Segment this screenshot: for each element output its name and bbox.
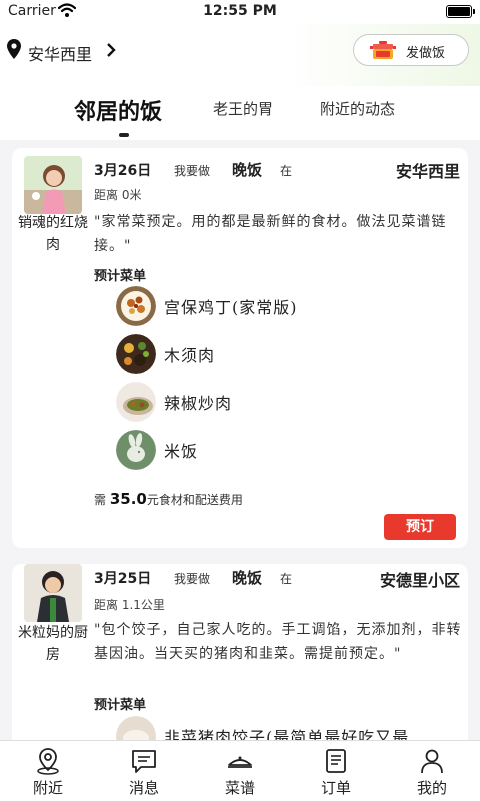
nav-recipes[interactable]: 菜谱 xyxy=(192,741,288,801)
active-tab-indicator xyxy=(119,133,129,137)
rice-placeholder-rabbit xyxy=(116,430,156,470)
meal-feed[interactable]: 销魂的红烧肉 3月26日 我要做 晚饭 在 安华西里 距离 0米 "家常菜预定。… xyxy=(0,140,480,740)
meal-card[interactable]: 销魂的红烧肉 3月26日 我要做 晚饭 在 安华西里 距离 0米 "家常菜预定。… xyxy=(12,148,468,548)
post-cooking-button[interactable]: 发做饭 xyxy=(353,34,469,66)
message-icon xyxy=(132,750,156,773)
kungpao-chicken-photo xyxy=(116,286,156,326)
nav-orders[interactable]: 订单 xyxy=(288,741,384,801)
location-selector[interactable]: 安华西里 xyxy=(28,41,92,65)
nav-label: 订单 xyxy=(320,779,351,797)
menu-title: 预计菜单 xyxy=(94,269,147,284)
order-list-icon xyxy=(326,749,346,773)
intent-label: 我要做 xyxy=(174,572,211,586)
price-prefix: 需 xyxy=(94,493,107,507)
cook-avatar-photo xyxy=(24,564,82,622)
at-label: 在 xyxy=(280,572,293,586)
meal-description: "包个饺子，自己家人吃的。手工调馅，无添加剂，非转基因油。当天买的猪肉和韭菜。需… xyxy=(94,622,462,662)
nav-messages[interactable]: 消息 xyxy=(96,741,192,801)
dish-name: 宫保鸡丁(家常版) xyxy=(164,298,298,317)
reserve-button[interactable]: 预订 xyxy=(384,514,456,540)
location-pin-icon xyxy=(7,39,21,59)
dish-name: 韭菜猪肉饺子(最简单最好吃又最 xyxy=(164,728,410,740)
location-pin-icon xyxy=(37,748,59,775)
meal-description: "家常菜预定。用的都是最新鲜的食材。做法见菜谱链接。" xyxy=(94,214,447,254)
tab-laowang-stomach[interactable]: 老王的胃 xyxy=(213,98,273,119)
cook-avatar-photo xyxy=(24,156,82,214)
nav-label: 菜谱 xyxy=(224,779,255,797)
pot-icon xyxy=(370,41,396,59)
header: 安华西里 发做饭 xyxy=(0,24,480,86)
dish-name: 辣椒炒肉 xyxy=(164,394,233,413)
dish-cover-icon xyxy=(228,756,252,768)
tab-nearby-feed[interactable]: 附近的动态 xyxy=(320,98,395,119)
tab-neighbors-meals[interactable]: 邻居的饭 xyxy=(74,94,162,126)
meal-location[interactable]: 安德里小区 xyxy=(380,567,460,591)
person-icon xyxy=(421,749,443,774)
menu-title: 预计菜单 xyxy=(94,698,147,713)
tab-bar: 邻居的饭 老王的胃 附近的动态 xyxy=(0,86,480,140)
muxu-pork-photo xyxy=(116,334,156,374)
distance: 距离 0米 xyxy=(94,188,142,202)
at-label: 在 xyxy=(280,164,293,178)
dumpling-photo xyxy=(116,716,156,740)
distance: 距离 1.1公里 xyxy=(94,598,165,612)
meal-location[interactable]: 安华西里 xyxy=(396,158,460,182)
chili-pork-photo xyxy=(116,382,156,422)
nav-label: 我的 xyxy=(416,779,447,797)
dish-name: 米饭 xyxy=(164,442,199,461)
dish-name: 木须肉 xyxy=(164,346,216,365)
nav-profile[interactable]: 我的 xyxy=(384,741,480,801)
bottom-nav: 附近 消息 菜谱 订单 我的 xyxy=(0,740,480,801)
price-suffix: 元食材和配送费用 xyxy=(146,493,243,507)
meal-card[interactable]: 米粒妈的厨房 3月25日 我要做 晚饭 在 安德里小区 距离 1.1公里 "包个… xyxy=(12,564,468,740)
meal-date: 3月25日 xyxy=(94,571,152,587)
clock: 12:55 PM xyxy=(203,3,277,19)
chevron-right-icon[interactable] xyxy=(106,42,116,58)
nav-label: 附近 xyxy=(32,779,63,797)
avatar[interactable] xyxy=(24,564,82,622)
nav-label: 消息 xyxy=(128,779,159,797)
meal-type: 晚饭 xyxy=(232,161,263,179)
post-cooking-label: 发做饭 xyxy=(406,46,446,61)
meal-date: 3月26日 xyxy=(94,163,152,179)
price-line: 需 35.0元食材和配送费用 xyxy=(94,490,243,508)
cook-name[interactable]: 销魂的红烧肉 xyxy=(18,212,88,256)
nav-nearby[interactable]: 附近 xyxy=(0,741,96,801)
price-value: 35.0 xyxy=(109,490,147,508)
status-bar: Carrier 12:55 PM xyxy=(0,0,480,24)
cook-name[interactable]: 米粒妈的厨房 xyxy=(18,622,88,666)
avatar[interactable] xyxy=(24,156,82,214)
battery-icon xyxy=(446,5,475,18)
intent-label: 我要做 xyxy=(174,164,211,178)
meal-type: 晚饭 xyxy=(232,569,263,587)
